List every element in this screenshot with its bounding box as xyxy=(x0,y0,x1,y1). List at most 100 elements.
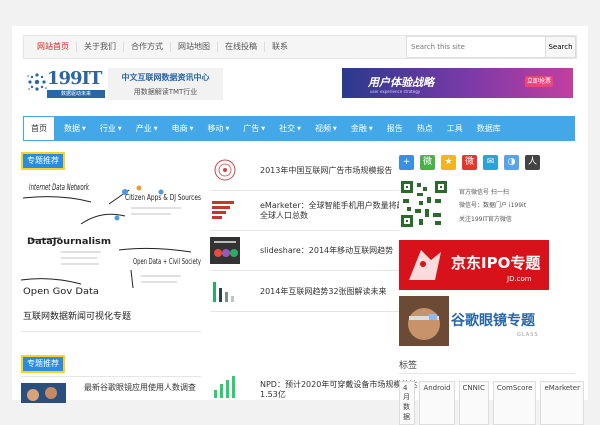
section-label[interactable]: 专题推荐 xyxy=(21,355,65,373)
top-link-about[interactable]: 关于我们 xyxy=(77,42,124,52)
wearables-chart-thumbnail-icon xyxy=(210,372,240,400)
logo-line-1: 中文互联网数据资讯中心 xyxy=(121,73,210,82)
top-link-sitemap[interactable]: 网站地图 xyxy=(171,42,218,52)
qzone-icon[interactable]: ★ xyxy=(441,155,456,170)
nav-item-ecommerce[interactable]: 电商 ▼ xyxy=(165,116,201,141)
nav-item-hot[interactable]: 热点 xyxy=(410,116,440,141)
nav-item-label: 数据 xyxy=(64,124,80,133)
chevron-down-icon: ▼ xyxy=(368,125,373,132)
chevron-down-icon: ▼ xyxy=(333,125,337,132)
nav-item-data[interactable]: 数据 ▼ xyxy=(57,116,93,141)
nav-item-label: 社交 xyxy=(279,124,296,133)
list-item[interactable]: 2014年互联网趋势32张图解读未来 xyxy=(210,278,418,305)
nav-item-label: 产业 xyxy=(135,124,152,133)
nav-item-label: 行业 xyxy=(99,124,116,133)
nav-item-label: 工具 xyxy=(446,124,463,133)
sketch-text-d: Open Data + Civil Society xyxy=(133,257,201,266)
nav-item-label: 数据库 xyxy=(476,124,501,133)
tag[interactable]: Android xyxy=(419,381,455,425)
chevron-down-icon: ▼ xyxy=(189,125,194,132)
data-journalism-sketch-icon: Internet Data Network Citizen Apps & DJ … xyxy=(21,180,202,298)
logo-dots-icon xyxy=(27,73,47,91)
tag[interactable]: CNNIC xyxy=(458,381,489,425)
qr-caption: 关注199IT官方微信 xyxy=(459,216,512,223)
nav-item-social[interactable]: 社交 ▼ xyxy=(272,116,308,141)
add-icon[interactable]: + xyxy=(399,155,414,170)
chevron-down-icon: ▼ xyxy=(153,125,158,132)
weibo-icon[interactable]: 微 xyxy=(462,155,477,170)
chevron-down-icon: ▼ xyxy=(82,125,86,132)
nav-item-label: 电商 xyxy=(171,124,188,133)
chevron-down-icon: ▼ xyxy=(297,125,302,132)
qr-caption: 官方微信号 扫一扫 xyxy=(459,189,509,196)
nav-item-industry[interactable]: 行业 ▼ xyxy=(93,116,129,141)
nav-item-tools[interactable]: 工具 xyxy=(440,116,470,141)
column-chart-thumbnail-icon xyxy=(210,278,240,305)
nav-item-ads[interactable]: 广告 ▼ xyxy=(236,116,272,141)
sketch-text-c: DataJournalism xyxy=(27,237,111,247)
top-link-home[interactable]: 网站首页 xyxy=(30,42,77,52)
slides-thumbnail-icon xyxy=(210,237,240,264)
tag[interactable]: 4月数据 xyxy=(399,381,416,425)
nav-item-label: 移动 xyxy=(207,124,224,133)
wechat-icon[interactable]: 微 xyxy=(420,155,435,170)
qr-code xyxy=(399,179,449,229)
list-item[interactable]: 最新谷歌眼镜应用使用人数调查 xyxy=(21,383,202,403)
article-title: 最新谷歌眼镜应用使用人数调查 xyxy=(84,383,196,392)
divider xyxy=(210,190,399,191)
nav-item-database[interactable]: 数据库 xyxy=(470,116,508,141)
nav-item-label: 金融 xyxy=(350,124,367,133)
jd-banner-title: 京东IPO专题 xyxy=(451,254,541,272)
article-thumbnail xyxy=(210,278,240,305)
featured-caption[interactable]: 互联网数据新闻可视化专题 xyxy=(23,309,131,322)
logo-text: 中文互联网数据资讯中心 用数据解读TMT行业 xyxy=(108,68,223,100)
list-item[interactable]: NPD：预计2020年可穿戴设备市场规模将达1.53亿 xyxy=(210,372,418,400)
search-button[interactable]: Search xyxy=(546,36,576,58)
glass-face-icon xyxy=(399,296,449,346)
article-title: slideshare：2014年移动互联网趋势 xyxy=(260,245,394,255)
list-item[interactable]: 2013年中国互联网广告市场规模报告 xyxy=(210,157,418,184)
nav-item-sector[interactable]: 产业 ▼ xyxy=(129,116,165,141)
ad-banner[interactable]: 用户体验战略 user experience strategy 立即抢票 xyxy=(342,68,573,98)
tag[interactable]: eMarketer xyxy=(540,381,584,425)
top-links: 网站首页 关于我们 合作方式 网站地图 在线投稿 联系 xyxy=(30,36,295,58)
renren-icon[interactable]: ◑ xyxy=(504,155,519,170)
glass-banner-sub: GLASS xyxy=(517,332,539,338)
search-box: Search xyxy=(406,36,576,58)
article-title: 2014年互联网趋势32张图解读未来 xyxy=(260,286,387,296)
section-label[interactable]: 专题推荐 xyxy=(21,152,65,170)
list-item[interactable]: slideshare：2014年移动互联网趋势 xyxy=(210,237,418,264)
nav-item-home[interactable]: 首页 xyxy=(23,116,55,141)
article-thumbnail xyxy=(210,197,240,224)
top-link-contact[interactable]: 联系 xyxy=(265,42,295,52)
qq-icon[interactable]: 人 xyxy=(525,155,540,170)
tag[interactable]: ComScore xyxy=(492,381,537,425)
article-thumbnail xyxy=(210,372,240,400)
site-logo[interactable]: 199IT 数据驱动未来 中文互联网数据资讯中心 用数据解读TMT行业 xyxy=(23,68,223,100)
jd-dog-icon xyxy=(409,250,441,280)
nav-item-video[interactable]: 视频 ▼ xyxy=(308,116,344,141)
tag-cloud: 4月数据 Android CNNIC ComScore eMarketer xyxy=(399,381,588,425)
featured-image[interactable]: Internet Data Network Citizen Apps & DJ … xyxy=(21,180,202,298)
divider xyxy=(210,311,399,312)
article-title: 2013年中国互联网广告市场规模报告 xyxy=(260,165,393,175)
sketch-text-b: Citizen Apps & DJ Sources xyxy=(125,193,201,202)
nav-item-finance[interactable]: 金融 ▼ xyxy=(344,116,380,141)
article-title: NPD：预计2020年可穿戴设备市场规模将达1.53亿 xyxy=(260,380,418,399)
search-input[interactable] xyxy=(406,36,546,58)
nav-item-mobile[interactable]: 移动 ▼ xyxy=(200,116,236,141)
top-link-submit[interactable]: 在线投稿 xyxy=(218,42,265,52)
list-item[interactable]: eMarketer：全球智能手机用户数量将超过全球人口总数 xyxy=(210,197,418,224)
article-thumbnail xyxy=(21,383,66,403)
tencent-weibo-icon[interactable]: ✉ xyxy=(483,155,498,170)
jd-ipo-banner[interactable]: 京东IPO专题 JD.com xyxy=(399,240,549,290)
nav-item-reports[interactable]: 报告 xyxy=(380,116,410,141)
article-thumbnail xyxy=(210,157,240,184)
main-nav: 首页 数据 ▼ 行业 ▼ 产业 ▼ 电商 ▼ 移动 ▼ 广告 ▼ 社交 ▼ 视频 ▼ 金融 ▼ 报… xyxy=(23,116,575,141)
qr-caption: 微信号：数据门户 i199it xyxy=(459,202,527,209)
chevron-down-icon: ▼ xyxy=(225,125,230,132)
jd-banner-sub: JD.com xyxy=(507,275,532,283)
top-link-cooperation[interactable]: 合作方式 xyxy=(124,42,171,52)
glass-banner[interactable]: 谷歌眼镜专题 GLASS xyxy=(399,296,549,346)
banner-button[interactable]: 立即抢票 xyxy=(525,76,553,87)
